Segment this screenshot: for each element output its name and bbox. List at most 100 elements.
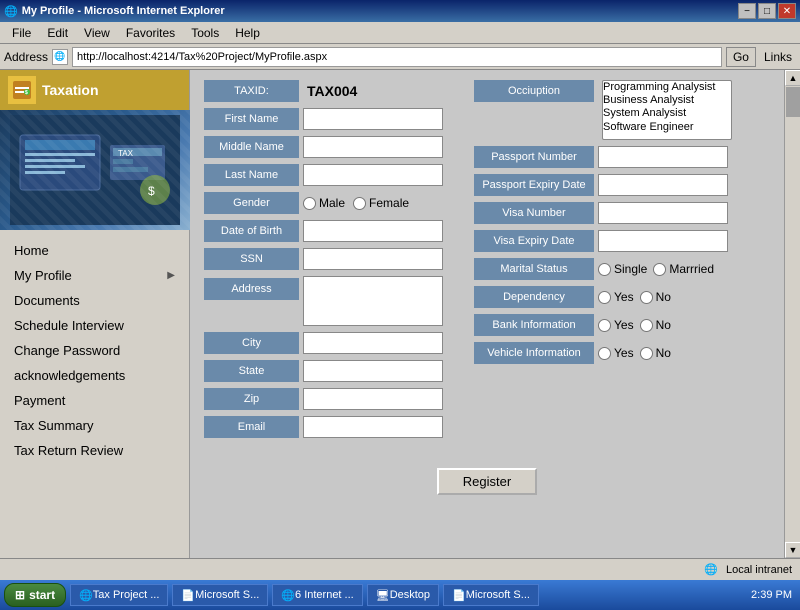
menu-edit[interactable]: Edit bbox=[39, 24, 76, 42]
occupation-option-1[interactable]: Business Analysist bbox=[603, 94, 731, 107]
bank-no-radio[interactable] bbox=[640, 319, 653, 332]
taskbar-label-1: Microsoft S... bbox=[195, 589, 259, 601]
gender-female-label[interactable]: Female bbox=[353, 196, 409, 210]
dependency-yes-label[interactable]: Yes bbox=[598, 290, 634, 304]
taskbar: ⊞ start 🌐 Tax Project ... 📄 Microsoft S.… bbox=[0, 580, 800, 610]
ssn-input[interactable] bbox=[303, 248, 443, 270]
register-button[interactable]: Register bbox=[437, 468, 537, 495]
dependency-no-radio[interactable] bbox=[640, 291, 653, 304]
email-input[interactable] bbox=[303, 416, 443, 438]
bank-yes-radio[interactable] bbox=[598, 319, 611, 332]
marital-single-label[interactable]: Single bbox=[598, 262, 647, 276]
menu-favorites[interactable]: Favorites bbox=[118, 24, 183, 42]
city-label: City bbox=[204, 332, 299, 354]
sidebar-item-acknowledgements[interactable]: acknowledgements bbox=[0, 363, 189, 388]
marital-single-radio[interactable] bbox=[598, 263, 611, 276]
passport-expiry-input[interactable] bbox=[598, 174, 728, 196]
sidebar-item-changepassword[interactable]: Change Password bbox=[0, 338, 189, 363]
vehicle-info-label: Vehicle Information bbox=[474, 342, 594, 364]
ie-icon: 🌐 bbox=[4, 5, 18, 18]
vehicle-info-options: Yes No bbox=[598, 346, 671, 360]
taskbar-item-0[interactable]: 🌐 Tax Project ... bbox=[70, 584, 168, 606]
sidebar-item-documents[interactable]: Documents bbox=[0, 288, 189, 313]
gender-female-radio[interactable] bbox=[353, 197, 366, 210]
menu-help[interactable]: Help bbox=[227, 24, 268, 42]
marital-married-label[interactable]: Marrried bbox=[653, 262, 714, 276]
occupation-label: Occiuption bbox=[474, 80, 594, 102]
sidebar-item-taxreturn[interactable]: Tax Return Review bbox=[0, 438, 189, 463]
two-column-layout: TAXID: TAX004 First Name Middle Name bbox=[204, 80, 770, 444]
gender-male-label[interactable]: Male bbox=[303, 196, 345, 210]
lastname-input[interactable] bbox=[303, 164, 443, 186]
address-icon: 🌐 bbox=[52, 49, 68, 65]
taskbar-item-4[interactable]: 📄 Microsoft S... bbox=[443, 584, 539, 606]
minimize-button[interactable]: − bbox=[738, 3, 756, 19]
close-button[interactable]: ✕ bbox=[778, 3, 796, 19]
zip-input[interactable] bbox=[303, 388, 443, 410]
middlename-input[interactable] bbox=[303, 136, 443, 158]
sidebar-item-payment[interactable]: Payment bbox=[0, 388, 189, 413]
occupation-select[interactable]: Programming Analysist Business Analysist… bbox=[602, 80, 732, 140]
vehicle-no-label[interactable]: No bbox=[640, 346, 671, 360]
address-label: Address bbox=[204, 278, 299, 300]
bank-info-label: Bank Information bbox=[474, 314, 594, 336]
occupation-option-2[interactable]: System Analysist bbox=[603, 107, 731, 120]
taskbar-item-3[interactable]: 🖥 Desktop bbox=[367, 584, 439, 606]
taskbar-time: 2:39 PM bbox=[751, 589, 796, 601]
vehicle-yes-radio[interactable] bbox=[598, 347, 611, 360]
menu-file[interactable]: File bbox=[4, 24, 39, 42]
gender-male-radio[interactable] bbox=[303, 197, 316, 210]
scroll-up-button[interactable]: ▲ bbox=[785, 70, 800, 86]
dob-row: Date of Birth bbox=[204, 220, 454, 242]
right-column: Occiuption Programming Analysist Busines… bbox=[474, 80, 770, 444]
content-area: TAXID: TAX004 First Name Middle Name bbox=[190, 70, 784, 558]
visa-expiry-input[interactable] bbox=[598, 230, 728, 252]
firstname-input[interactable] bbox=[303, 108, 443, 130]
sidebar-item-home[interactable]: Home bbox=[0, 238, 189, 263]
dependency-no-label[interactable]: No bbox=[640, 290, 671, 304]
menu-view[interactable]: View bbox=[76, 24, 118, 42]
links-label: Links bbox=[760, 50, 796, 64]
passport-number-input[interactable] bbox=[598, 146, 728, 168]
occupation-option-3[interactable]: Software Engineer bbox=[603, 121, 731, 134]
title-bar-controls: − □ ✕ bbox=[738, 3, 796, 19]
vehicle-no-radio[interactable] bbox=[640, 347, 653, 360]
state-input[interactable] bbox=[303, 360, 443, 382]
bank-yes-label[interactable]: Yes bbox=[598, 318, 634, 332]
city-input[interactable] bbox=[303, 332, 443, 354]
vehicle-yes-label[interactable]: Yes bbox=[598, 346, 634, 360]
left-column: TAXID: TAX004 First Name Middle Name bbox=[204, 80, 454, 444]
dependency-label: Dependency bbox=[474, 286, 594, 308]
menu-tools[interactable]: Tools bbox=[183, 24, 227, 42]
visa-number-input[interactable] bbox=[598, 202, 728, 224]
sidebar-item-label-home: Home bbox=[14, 243, 49, 258]
sidebar-item-taxsummary[interactable]: Tax Summary bbox=[0, 413, 189, 438]
nav-menu: Home My Profile ▶ Documents Schedule Int… bbox=[0, 230, 189, 471]
scroll-thumb[interactable] bbox=[786, 87, 800, 117]
sidebar-item-schedule[interactable]: Schedule Interview bbox=[0, 313, 189, 338]
taskbar-label-4: Microsoft S... bbox=[466, 589, 530, 601]
sidebar-item-myprofile[interactable]: My Profile ▶ bbox=[0, 263, 189, 288]
address-input[interactable] bbox=[72, 47, 722, 67]
marital-status-options: Single Marrried bbox=[598, 262, 714, 276]
marital-status-label: Marital Status bbox=[474, 258, 594, 280]
gender-label: Gender bbox=[204, 192, 299, 214]
state-label: State bbox=[204, 360, 299, 382]
taskbar-item-2[interactable]: 🌐 6 Internet ... bbox=[272, 584, 362, 606]
dependency-yes-radio[interactable] bbox=[598, 291, 611, 304]
email-row: Email bbox=[204, 416, 454, 438]
taskbar-item-1[interactable]: 📄 Microsoft S... bbox=[172, 584, 268, 606]
scroll-down-button[interactable]: ▼ bbox=[785, 542, 800, 558]
address-input[interactable] bbox=[303, 276, 443, 326]
occupation-option-0[interactable]: Programming Analysist bbox=[603, 81, 731, 94]
go-button[interactable]: Go bbox=[726, 47, 756, 67]
taxid-value: TAX004 bbox=[307, 83, 357, 99]
start-button[interactable]: ⊞ start bbox=[4, 583, 66, 607]
passport-number-label: Passport Number bbox=[474, 146, 594, 168]
maximize-button[interactable]: □ bbox=[758, 3, 776, 19]
bank-no-label[interactable]: No bbox=[640, 318, 671, 332]
dob-input[interactable] bbox=[303, 220, 443, 242]
occupation-row: Occiuption Programming Analysist Busines… bbox=[474, 80, 770, 140]
vehicle-no-text: No bbox=[656, 346, 671, 360]
marital-married-radio[interactable] bbox=[653, 263, 666, 276]
